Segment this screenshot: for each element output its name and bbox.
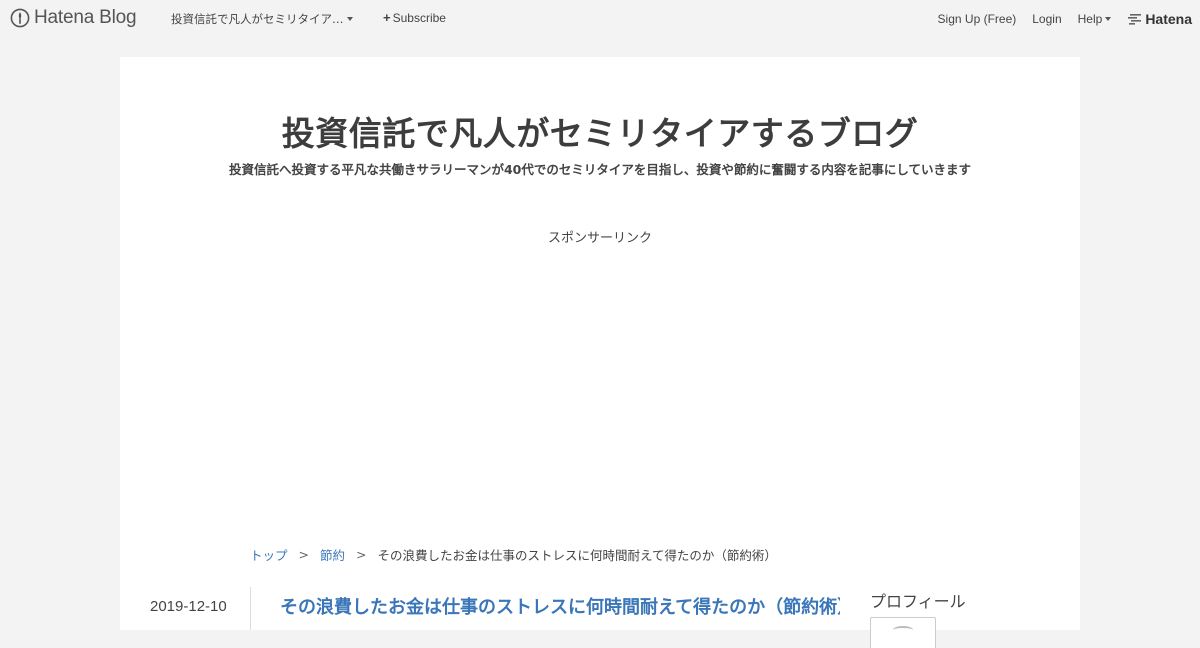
chevron-down-icon (1105, 17, 1112, 21)
breadcrumb: トップ > 節約 > その浪費したお金は仕事のストレスに何時間耐えて得たのか（節… (250, 545, 777, 564)
help-dropdown[interactable]: Help (1078, 12, 1112, 26)
hatena-blog-logo[interactable]: Hatena Blog (10, 7, 137, 29)
help-label: Help (1077, 12, 1103, 26)
subscribe-label: Subscribe (392, 11, 446, 25)
ad-area (250, 257, 950, 527)
breadcrumb-separator: > (298, 547, 309, 562)
signup-link[interactable]: Sign Up (Free) (938, 12, 1017, 26)
breadcrumb-item-current: その浪費したお金は仕事のストレスに何時間耐えて得たのか（節約術） (377, 548, 777, 563)
blog-description: 投資信託へ投資する平凡な共働きサラリーマンが40代でのセミリタイアを目指し、投資… (228, 162, 972, 177)
plus-icon: + (383, 10, 391, 25)
hatena-brand-label: Hatena (1145, 11, 1192, 27)
breadcrumb-separator: > (356, 547, 367, 562)
profile-heading: プロフィール (870, 592, 966, 611)
entry-divider (250, 587, 251, 630)
hatena-link[interactable]: Hatena (1127, 11, 1192, 27)
entry-title[interactable]: その浪費したお金は仕事のストレスに何時間耐えて得たのか（節約術） (280, 593, 840, 619)
global-header: Hatena Blog 投資信託で凡人がセミリタイア… + Subscribe … (0, 0, 1200, 36)
sponsor-label: スポンサーリンク (547, 231, 652, 246)
hatena-logo-icon (1128, 14, 1142, 25)
subscribe-button[interactable]: + Subscribe (383, 11, 446, 25)
account-nav: Sign Up (Free) Login Help Hatena (922, 11, 1192, 27)
breadcrumb-item-top[interactable]: トップ (250, 545, 288, 564)
avatar-icon (893, 626, 913, 634)
entry-date[interactable]: 2019-12-10 (150, 598, 227, 615)
hatena-blog-brand-label: Hatena Blog (34, 7, 137, 28)
blog-name-dropdown[interactable]: 投資信託で凡人がセミリタイア… (171, 11, 353, 27)
profile-avatar[interactable] (870, 617, 936, 648)
blog-content: 投資信託で凡人がセミリタイアするブログ 投資信託へ投資する平凡な共働きサラリーマ… (120, 57, 1080, 648)
chevron-down-icon (346, 17, 353, 21)
hatena-blog-logo-icon (10, 8, 30, 28)
blog-title[interactable]: 投資信託で凡人がセミリタイアするブログ (120, 107, 1080, 155)
blog-name-label: 投資信託で凡人がセミリタイア… (171, 12, 344, 26)
login-link[interactable]: Login (1032, 12, 1061, 26)
breadcrumb-item-category[interactable]: 節約 (320, 545, 345, 564)
